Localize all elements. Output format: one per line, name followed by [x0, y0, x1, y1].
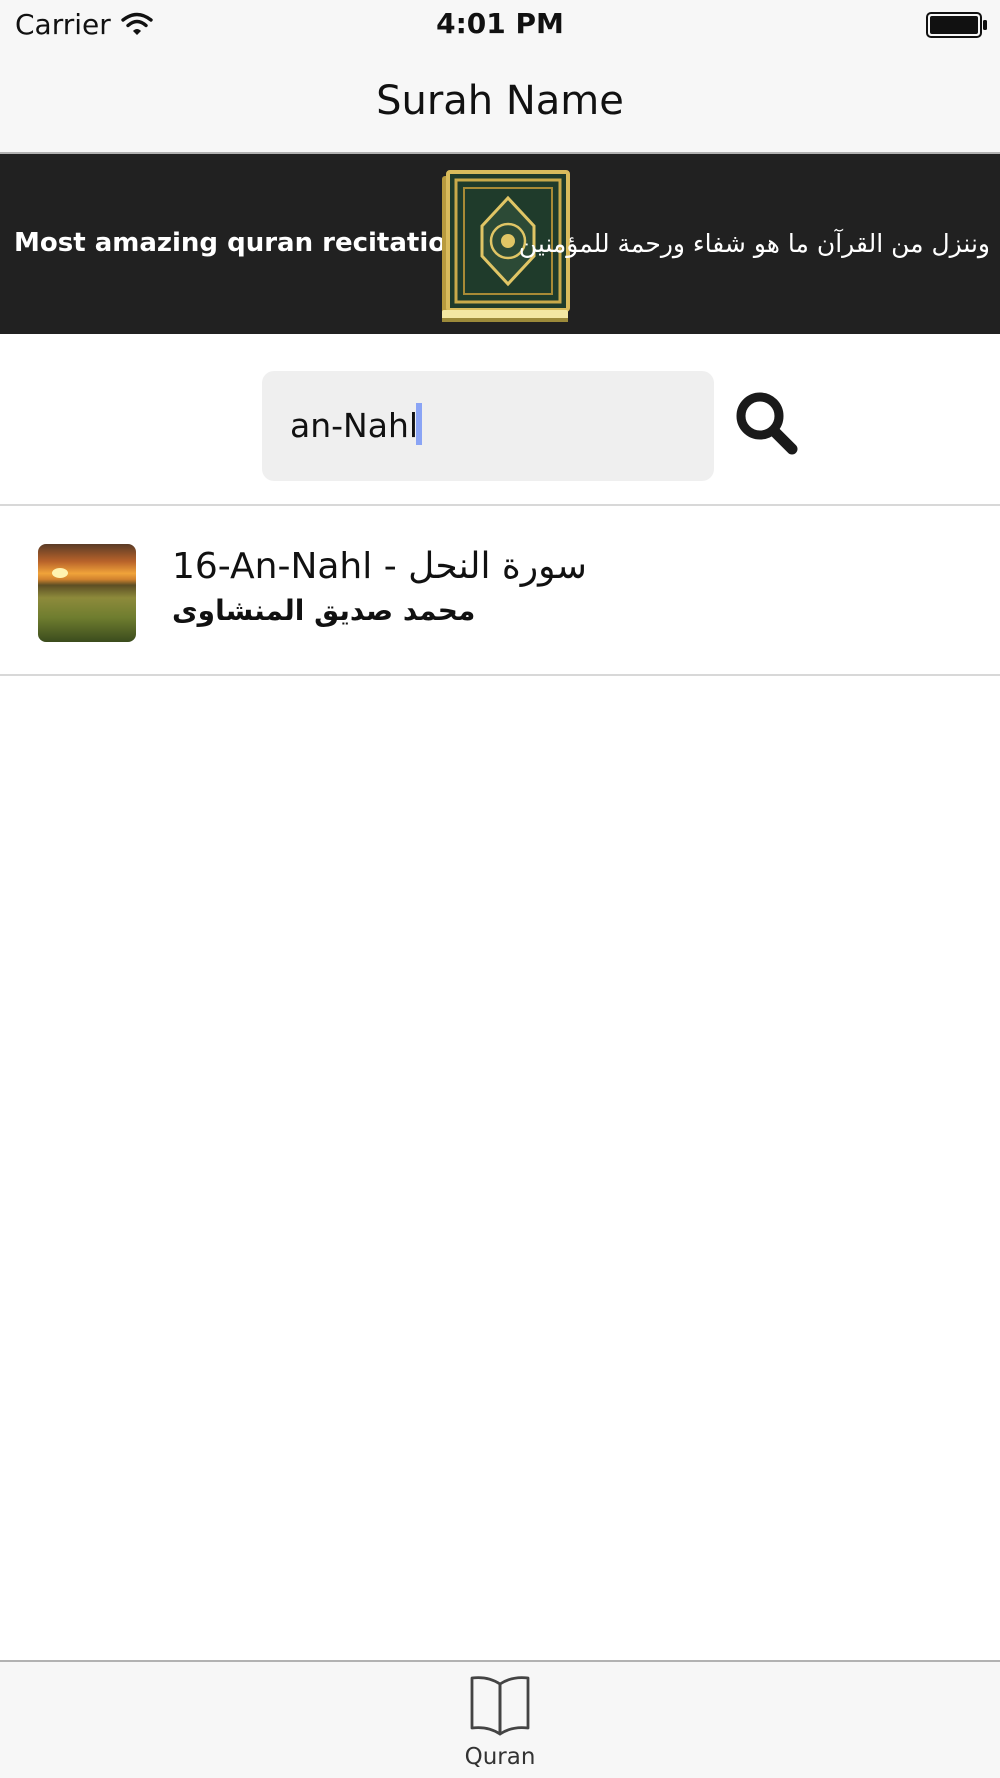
sun-shape: [52, 568, 68, 578]
book-icon: [470, 1676, 530, 1736]
banner-tagline: Most amazing quran recitation: [14, 228, 465, 258]
search-icon[interactable]: [734, 390, 798, 456]
surah-title: 16-An-Nahl - سورة النحل: [172, 546, 587, 587]
status-time: 4:01 PM: [436, 7, 564, 40]
search-input[interactable]: an-Nahl: [262, 371, 714, 481]
search-input-value[interactable]: an-Nahl: [290, 403, 423, 445]
status-bar: Carrier 4:01 PM: [0, 0, 1000, 52]
header-banner: Most amazing quran recitation وننزل من ا…: [0, 154, 1000, 334]
list-item[interactable]: 16-An-Nahl - سورة النحل محمد صديق المنشا…: [0, 506, 1000, 676]
tab-quran-label: Quran: [464, 1744, 536, 1770]
sunset-field-thumbnail: [38, 544, 136, 642]
reciter-name: محمد صديق المنشاوى: [172, 594, 476, 627]
text-cursor: [416, 403, 423, 445]
banner-verse: وننزل من القرآن ما هو شفاء ورحمة للمؤمني…: [518, 229, 990, 258]
tab-bar: Quran: [0, 1660, 1000, 1778]
page-title: Surah Name: [376, 78, 624, 124]
battery-icon: [926, 12, 987, 38]
navigation-bar: Surah Name: [0, 52, 1000, 154]
search-section: an-Nahl: [0, 334, 1000, 506]
tab-quran[interactable]: Quran: [440, 1662, 560, 1778]
